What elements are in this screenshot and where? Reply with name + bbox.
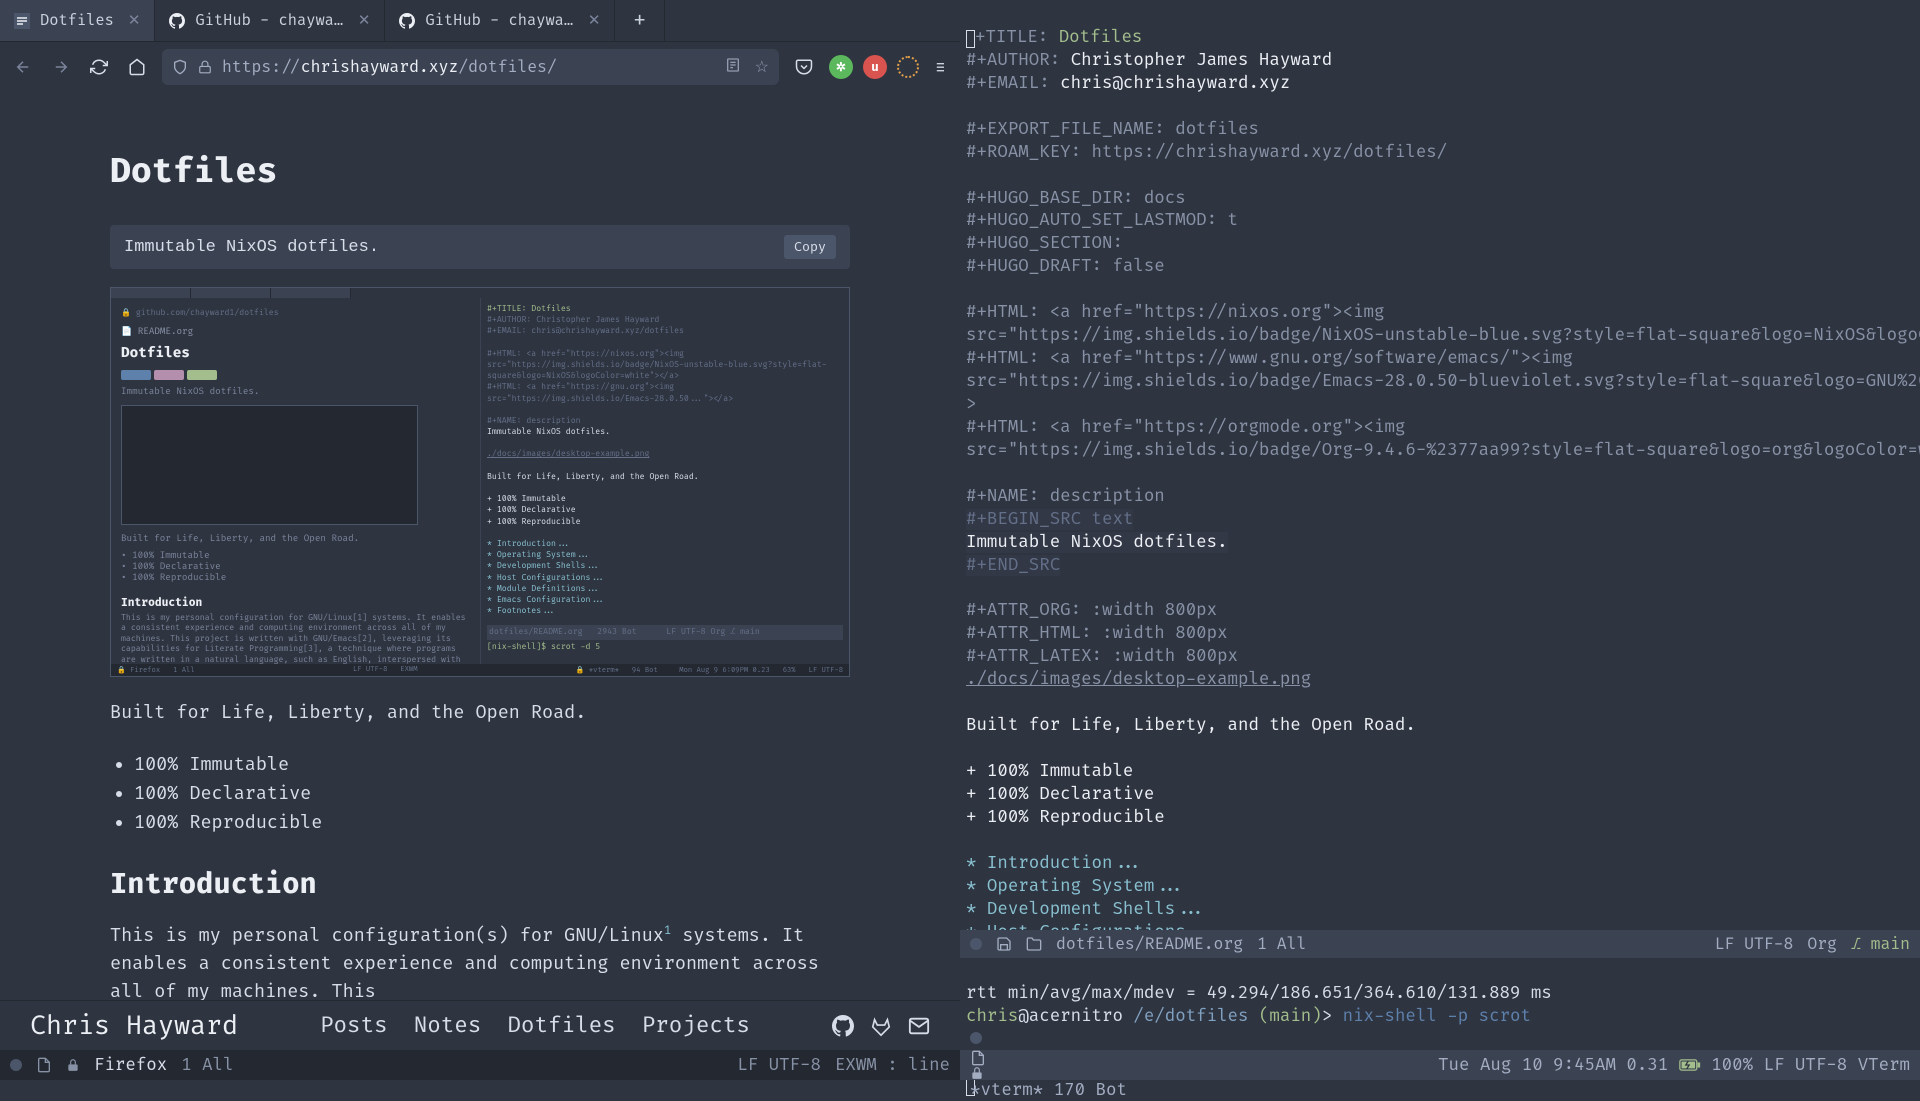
tab-title: GitHub - chayward1/dotf [195, 11, 343, 30]
code-text: Immutable NixOS dotfiles. [124, 238, 379, 257]
save-icon [996, 936, 1012, 952]
vterm-modeline: *vterm* 170 Bot Tue Aug 10 9:45AM 0.31 1… [960, 1050, 1920, 1080]
bookmark-icon[interactable]: ☆ [755, 57, 769, 77]
browser-tab[interactable]: GitHub - chayward1/dotf ✕ [385, 0, 615, 41]
battery-percent: 100% [1711, 1055, 1753, 1076]
file-icon [36, 1057, 52, 1073]
buffer-name: *vterm* [970, 1080, 1043, 1101]
browser-tab-active[interactable]: Dotfiles ✕ [0, 0, 155, 41]
image-link[interactable]: ./docs/images/desktop-example.png [966, 669, 1311, 690]
intro-heading: Introduction [110, 867, 850, 902]
browser-tab-bar: Dotfiles ✕ GitHub - chayward1/dotf ✕ Git… [0, 0, 960, 42]
copy-button[interactable]: Copy [784, 235, 836, 259]
nav-link-dotfiles[interactable]: Dotfiles [507, 1012, 615, 1039]
modeline-left: Firefox 1 All LF UTF-8 EXWM : line [0, 1050, 960, 1080]
encoding: LF UTF-8 [1715, 934, 1794, 954]
pocket-icon[interactable] [791, 54, 817, 80]
intro-paragraph: This is my personal configuration(s) for… [110, 922, 850, 1000]
browser-nav-bar: https://chrishayward.xyz/dotfiles/ ☆ ✲ u… [0, 42, 960, 92]
file-icon [970, 1050, 1127, 1066]
extension-icon[interactable]: ✲ [829, 55, 853, 79]
code-block: Immutable NixOS dotfiles. Copy [110, 225, 850, 269]
tab-title: GitHub - chayward1/dotf [425, 11, 573, 30]
favicon-icon [14, 13, 30, 29]
git-branch: ⎇ main [1851, 934, 1910, 954]
buffer-name: Firefox [94, 1055, 167, 1076]
mode: EXWM : line [835, 1055, 950, 1076]
nav-link-projects[interactable]: Projects [642, 1012, 750, 1039]
close-icon[interactable]: ✕ [588, 11, 601, 30]
status-dot-icon [10, 1059, 22, 1071]
list-item: 100% Declarative [134, 779, 850, 808]
status-dot-icon [970, 938, 982, 950]
shield-icon[interactable] [172, 59, 188, 75]
extensions: ✲ u [829, 55, 919, 79]
browser-tab[interactable]: GitHub - chayward1/dotf ✕ [155, 0, 385, 41]
close-icon[interactable]: ✕ [358, 11, 371, 30]
cursor-icon [966, 30, 975, 48]
battery-icon [1679, 1055, 1711, 1076]
datetime: Tue Aug 10 9:45AM 0.31 [1438, 1055, 1668, 1076]
page-title: Dotfiles [110, 152, 850, 193]
close-icon[interactable]: ✕ [128, 11, 141, 30]
encoding: LF UTF-8 [737, 1055, 821, 1076]
nav-link-notes[interactable]: Notes [414, 1012, 482, 1039]
position: 170 Bot [1054, 1080, 1127, 1101]
tab-title: Dotfiles [40, 11, 114, 30]
mode: VTerm [1858, 1055, 1910, 1076]
extension-icon[interactable] [897, 56, 919, 78]
github-icon [169, 13, 185, 29]
folder-icon [1026, 936, 1042, 952]
forward-button[interactable] [48, 54, 74, 80]
mail-icon[interactable] [908, 1015, 930, 1037]
back-button[interactable] [10, 54, 36, 80]
menu-button[interactable]: ≡ [931, 56, 950, 79]
mode: Org [1807, 934, 1837, 954]
gitlab-icon[interactable] [870, 1015, 892, 1037]
reload-button[interactable] [86, 54, 112, 80]
position: 1 All [181, 1055, 233, 1076]
reader-icon[interactable] [725, 57, 741, 77]
screenshot-image: 🔒 github.com/chayward1/dotfiles 📄 README… [110, 287, 850, 677]
brand[interactable]: Chris Hayward [30, 1010, 238, 1042]
position: 1 All [1257, 934, 1306, 954]
list-item: 100% Immutable [134, 750, 850, 779]
status-dot-icon [970, 1032, 982, 1044]
buffer-path: dotfiles/README.org [1056, 934, 1243, 954]
github-icon [399, 13, 415, 29]
org-editor[interactable]: +TITLE: Dotfiles #+AUTHOR: Christopher J… [960, 0, 1920, 930]
github-icon[interactable] [832, 1015, 854, 1037]
site-nav: Chris Hayward Posts Notes Dotfiles Proje… [0, 1000, 960, 1050]
lock-icon [66, 1058, 80, 1072]
new-tab-button[interactable]: + [615, 0, 664, 41]
lock-icon[interactable] [198, 60, 212, 74]
encoding: LF UTF-8 [1764, 1055, 1848, 1076]
nav-link-posts[interactable]: Posts [320, 1012, 388, 1039]
list-item: 100% Reproducible [134, 808, 850, 837]
url-text: https://chrishayward.xyz/dotfiles/ [222, 57, 715, 77]
lock-icon [970, 1066, 1127, 1080]
feature-list: 100% Immutable 100% Declarative 100% Rep… [134, 750, 850, 837]
url-bar[interactable]: https://chrishayward.xyz/dotfiles/ ☆ [162, 49, 779, 85]
webpage-content[interactable]: Dotfiles Immutable NixOS dotfiles. Copy … [0, 92, 960, 1000]
extension-icon[interactable]: u [863, 55, 887, 79]
home-button[interactable] [124, 54, 150, 80]
tagline: Built for Life, Liberty, and the Open Ro… [110, 701, 850, 724]
org-modeline: dotfiles/README.org 1 All LF UTF-8 Org ⎇… [960, 930, 1920, 958]
